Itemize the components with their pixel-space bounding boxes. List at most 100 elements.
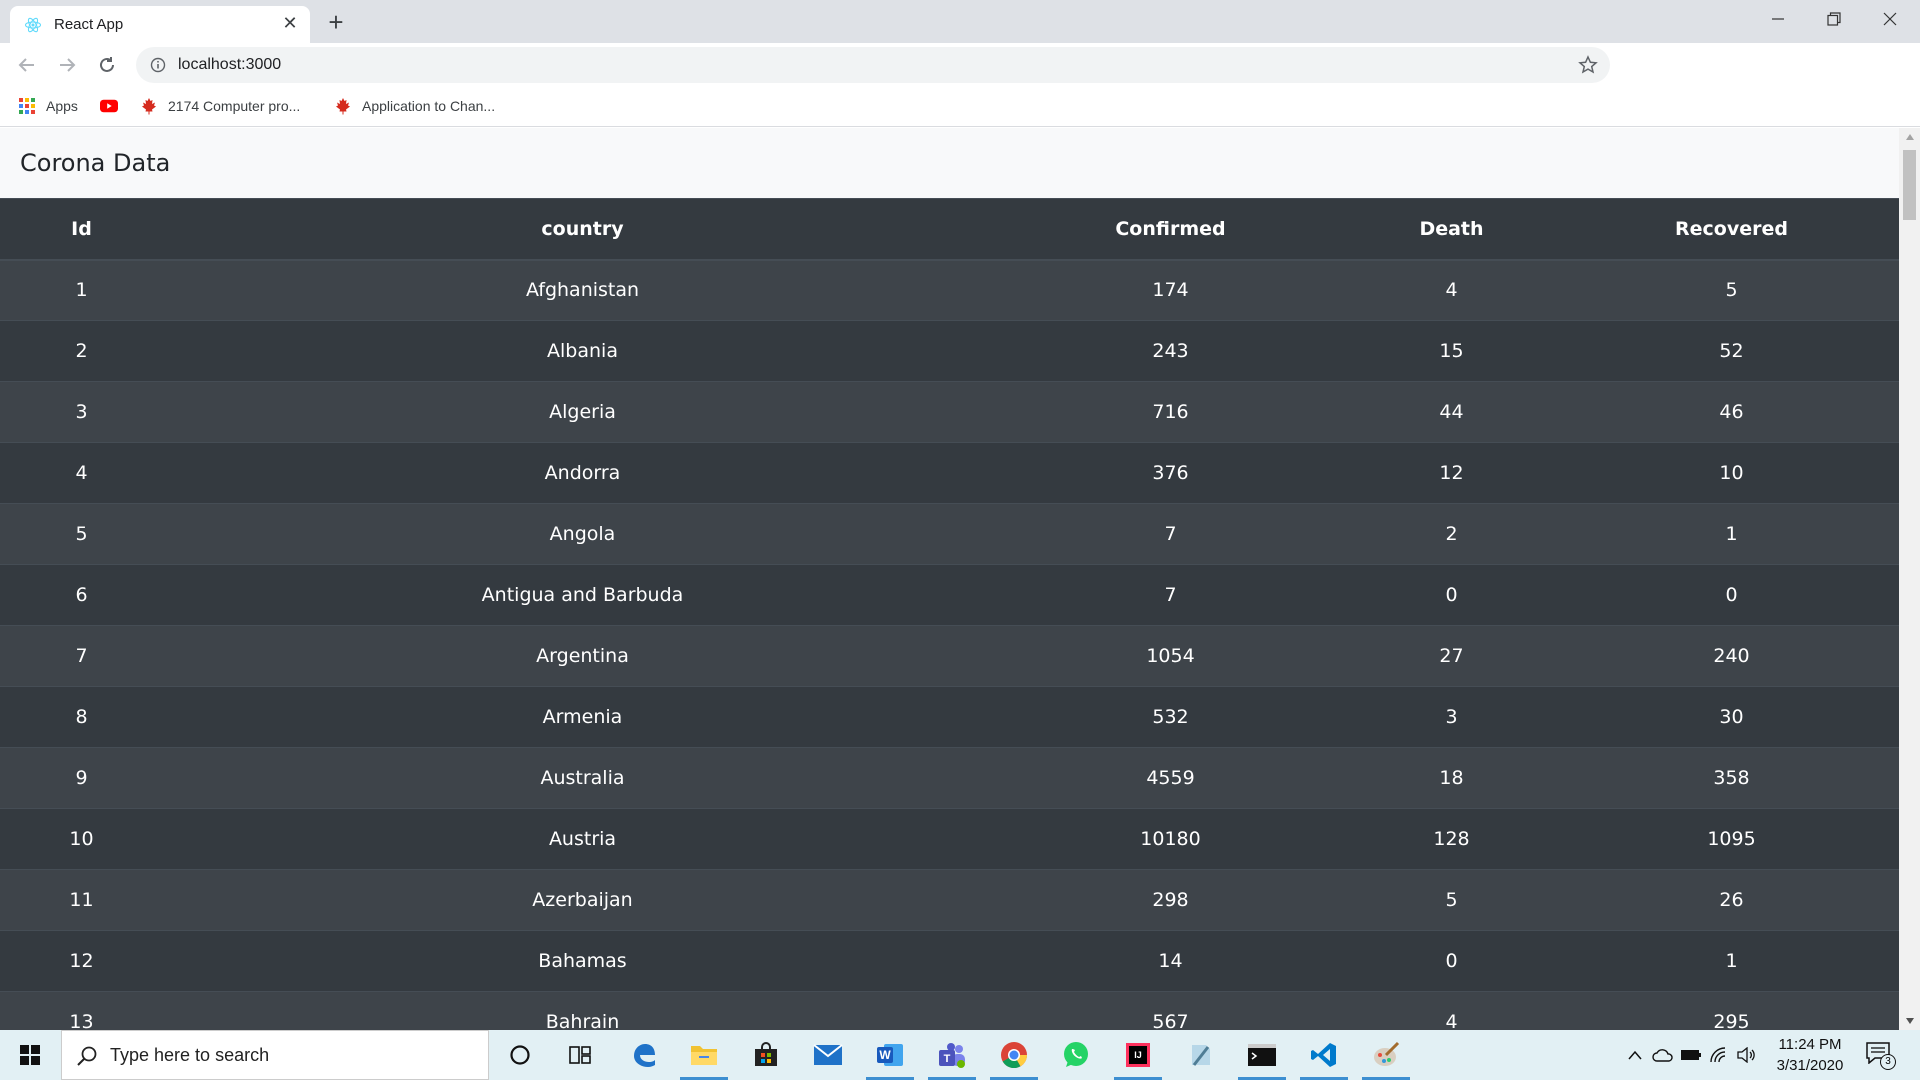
cell-death: 5 xyxy=(1339,869,1564,931)
wifi-icon[interactable] xyxy=(1708,1044,1730,1066)
cell-confirmed: 7 xyxy=(1002,564,1339,626)
cell-confirmed: 567 xyxy=(1002,991,1339,1030)
arrow-right-icon xyxy=(60,58,76,72)
reload-button[interactable] xyxy=(92,50,122,80)
windows-logo-icon xyxy=(20,1045,40,1065)
taskbar-mail[interactable] xyxy=(800,1030,856,1080)
cell-id: 11 xyxy=(0,869,163,931)
cell-recovered: 26 xyxy=(1564,869,1899,931)
address-bar[interactable]: localhost:3000 xyxy=(136,47,1610,83)
cell-death: 12 xyxy=(1339,442,1564,504)
page-title[interactable]: Corona Data xyxy=(20,149,170,177)
cell-recovered: 240 xyxy=(1564,625,1899,687)
taskbar-intellij[interactable]: IJ xyxy=(1110,1030,1166,1080)
cell-country: Azerbaijan xyxy=(163,869,1002,931)
taskbar-notepad[interactable] xyxy=(1172,1030,1228,1080)
table-row: 3 Algeria 716 44 46 xyxy=(0,381,1899,443)
cell-country: Algeria xyxy=(163,381,1002,443)
cell-id: 1 xyxy=(0,259,163,321)
column-header-recovered: Recovered xyxy=(1564,198,1899,261)
cell-id: 2 xyxy=(0,320,163,382)
taskbar-store[interactable] xyxy=(738,1030,794,1080)
cell-confirmed: 4559 xyxy=(1002,747,1339,809)
minimize-window-button[interactable] xyxy=(1750,0,1806,38)
battery-icon[interactable] xyxy=(1680,1044,1702,1066)
volume-icon[interactable] xyxy=(1736,1044,1758,1066)
cell-id: 13 xyxy=(0,991,163,1030)
cell-confirmed: 376 xyxy=(1002,442,1339,504)
scrollbar-thumb[interactable] xyxy=(1903,150,1916,220)
taskbar-teams[interactable]: T xyxy=(924,1030,980,1080)
cell-id: 10 xyxy=(0,808,163,870)
info-icon[interactable] xyxy=(150,57,166,73)
cell-country: Angola xyxy=(163,503,1002,565)
cell-death: 0 xyxy=(1339,564,1564,626)
close-window-button[interactable] xyxy=(1862,0,1918,38)
notepad-icon xyxy=(1192,1045,1210,1066)
url-text[interactable]: localhost:3000 xyxy=(178,56,281,74)
browser-tab[interactable]: React App ✕ xyxy=(10,6,310,43)
show-hidden-icons-chevron-icon[interactable] xyxy=(1624,1044,1646,1066)
react-logo-icon xyxy=(24,17,42,33)
action-center-button[interactable]: 3 xyxy=(1866,1042,1900,1070)
taskbar-word[interactable]: W xyxy=(862,1030,918,1080)
taskbar-vscode[interactable] xyxy=(1296,1030,1352,1080)
taskbar-edge[interactable] xyxy=(616,1030,672,1080)
taskbar-terminal[interactable] xyxy=(1234,1030,1290,1080)
cell-confirmed: 174 xyxy=(1002,259,1339,321)
forward-button[interactable] xyxy=(52,50,82,80)
svg-text:W: W xyxy=(879,1048,891,1062)
teams-icon: T xyxy=(939,1043,965,1068)
cell-id: 4 xyxy=(0,442,163,504)
cell-id: 5 xyxy=(0,503,163,565)
arrow-left-icon xyxy=(18,58,34,72)
restore-window-button[interactable] xyxy=(1806,0,1862,38)
column-header-id: Id xyxy=(0,198,163,261)
cell-death: 128 xyxy=(1339,808,1564,870)
column-header-death: Death xyxy=(1339,198,1564,261)
cell-confirmed: 14 xyxy=(1002,930,1339,992)
taskbar-whatsapp[interactable] xyxy=(1048,1030,1104,1080)
bookmark-computer-programs[interactable]: 2174 Computer pro... xyxy=(140,95,300,117)
cell-id: 8 xyxy=(0,686,163,748)
cell-death: 4 xyxy=(1339,991,1564,1030)
table-row: 5 Angola 7 2 1 xyxy=(0,503,1899,565)
back-button[interactable] xyxy=(12,50,42,80)
start-button[interactable] xyxy=(0,1030,60,1080)
corona-data-table: Id country Confirmed Death Recovered 1 Af… xyxy=(0,198,1899,1030)
cell-death: 15 xyxy=(1339,320,1564,382)
taskbar-clock[interactable]: 11:24 PM 3/31/2020 xyxy=(1756,1034,1864,1076)
scroll-down-arrow-icon[interactable] xyxy=(1899,1012,1920,1030)
bookmark-label: Apps xyxy=(46,98,78,114)
scroll-up-arrow-icon[interactable] xyxy=(1899,128,1920,146)
maple-leaf-icon xyxy=(334,97,352,115)
cell-recovered: 10 xyxy=(1564,442,1899,504)
cell-country: Andorra xyxy=(163,442,1002,504)
clock-date: 3/31/2020 xyxy=(1776,1057,1844,1074)
new-tab-button[interactable]: + xyxy=(322,9,350,37)
bookmark-apps[interactable]: Apps xyxy=(18,95,78,117)
task-view-button[interactable] xyxy=(552,1030,608,1080)
bookmark-star-icon[interactable] xyxy=(1578,55,1598,75)
table-row: 8 Armenia 532 3 30 xyxy=(0,686,1899,748)
taskbar-search-box[interactable]: Type here to search xyxy=(61,1030,489,1080)
page-viewport: Corona Data Id country Confirmed Death R… xyxy=(0,128,1920,1030)
bookmark-application[interactable]: Application to Chan... xyxy=(334,95,495,117)
page-scrollbar[interactable] xyxy=(1899,128,1920,1030)
column-header-country: country xyxy=(163,198,1002,261)
bookmark-label: Application to Chan... xyxy=(362,98,496,114)
close-tab-icon[interactable]: ✕ xyxy=(280,14,300,34)
table-row: 6 Antigua and Barbuda 7 0 0 xyxy=(0,564,1899,626)
taskbar-paint[interactable] xyxy=(1358,1030,1414,1080)
onedrive-cloud-icon[interactable] xyxy=(1652,1044,1674,1066)
restore-icon xyxy=(1827,12,1841,26)
bookmark-youtube[interactable] xyxy=(100,95,128,117)
cell-confirmed: 243 xyxy=(1002,320,1339,382)
cortana-button[interactable] xyxy=(492,1030,548,1080)
taskbar-file-explorer[interactable] xyxy=(676,1030,732,1080)
taskbar-chrome[interactable] xyxy=(986,1030,1042,1080)
table-row: 1 Afghanistan 174 4 5 xyxy=(0,259,1899,321)
table-row: 12 Bahamas 14 0 1 xyxy=(0,930,1899,992)
cell-recovered: 0 xyxy=(1564,564,1899,626)
table-header-row: Id country Confirmed Death Recovered xyxy=(0,198,1899,261)
